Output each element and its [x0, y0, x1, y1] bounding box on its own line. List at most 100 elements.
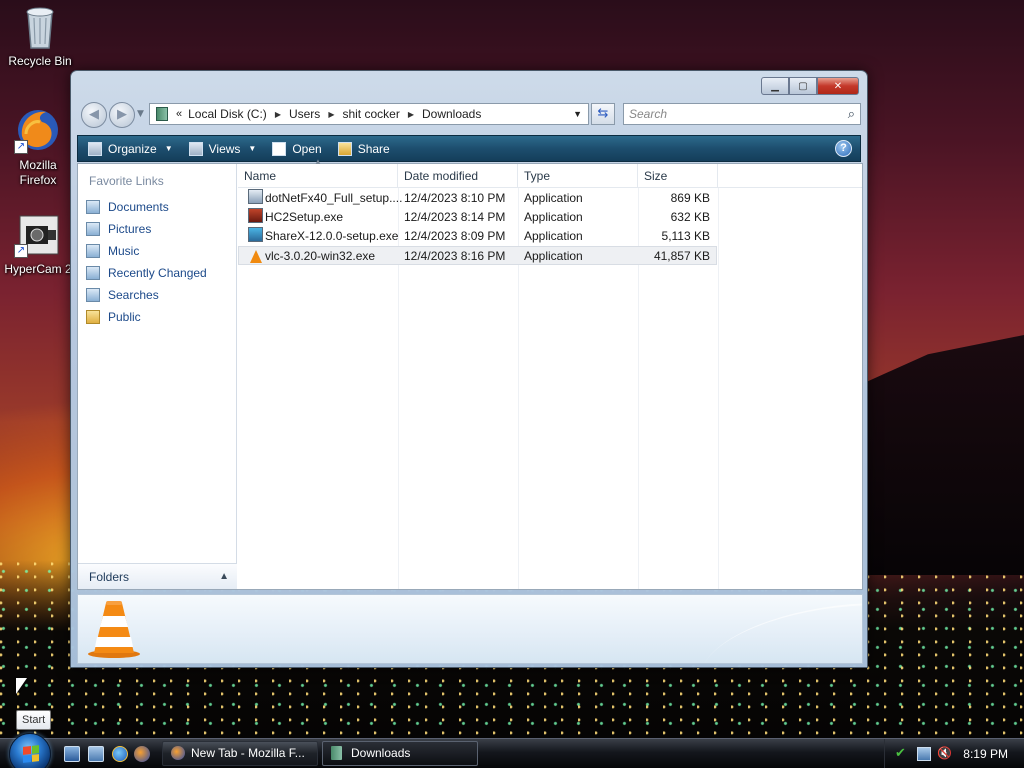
address-dropdown-icon[interactable]: ▼	[573, 109, 582, 119]
breadcrumb-users[interactable]: Users	[289, 107, 320, 121]
explorer-window: ▁ ▢ ✕ ◀ ▶ ▼ « Local Disk (C:) ▶ Users ▶ …	[70, 70, 868, 668]
breadcrumb-user-folder[interactable]: shit cocker	[342, 107, 399, 121]
hypercam-setup-icon	[248, 208, 263, 223]
column-header-date-modified[interactable]: Date modified	[398, 164, 518, 188]
favorite-link-searches[interactable]: Searches	[84, 284, 207, 306]
column-header-type[interactable]: Type	[518, 164, 638, 188]
vlc-cone-icon	[250, 250, 262, 263]
address-overflow-chevron[interactable]: «	[176, 108, 182, 120]
chevron-down-icon: ▼	[248, 144, 257, 153]
mouse-cursor-icon	[16, 678, 27, 694]
volume-muted-icon[interactable]: 🔇	[937, 746, 952, 760]
recent-pages-dropdown[interactable]: ▼	[137, 109, 144, 119]
vlc-cone-icon	[88, 601, 140, 658]
file-type: Application	[524, 210, 583, 224]
file-row[interactable]: HC2Setup.exe 12/4/2023 8:14 PM Applicati…	[238, 208, 717, 227]
column-header-size[interactable]: Size	[638, 164, 718, 188]
favorite-links-heading: Favorite Links	[89, 174, 164, 188]
taskbar-button-label: Downloads	[351, 746, 411, 760]
details-pane	[77, 594, 863, 664]
maximize-button[interactable]: ▢	[789, 77, 817, 95]
views-button[interactable]: Views ▼	[188, 141, 257, 156]
share-icon	[337, 141, 352, 156]
share-label: Share	[357, 141, 390, 156]
file-row-selected[interactable]: vlc-3.0.20-win32.exe 12/4/2023 8:16 PM A…	[238, 246, 717, 265]
hypercam-label: HyperCam 2	[4, 262, 72, 276]
folder-location-icon	[156, 107, 168, 121]
favorite-link-public[interactable]: Public	[84, 306, 207, 328]
search-placeholder: Search	[629, 107, 668, 121]
internet-explorer-icon[interactable]	[112, 746, 128, 762]
clock[interactable]: 8:19 PM	[963, 739, 1008, 768]
explorer-content: Favorite Links Documents Pictures Music …	[77, 157, 863, 590]
favorite-link-pictures[interactable]: Pictures	[84, 218, 207, 240]
file-type: Application	[524, 249, 583, 263]
search-icon[interactable]: ⌕	[848, 104, 855, 124]
network-icon[interactable]	[917, 747, 931, 761]
file-size: 869 KB	[670, 191, 710, 205]
switch-windows-icon[interactable]	[88, 746, 104, 762]
breadcrumb-local-disk[interactable]: Local Disk (C:)	[188, 107, 267, 121]
navigation-bar: ◀ ▶ ▼ « Local Disk (C:) ▶ Users ▶ shit c…	[79, 101, 861, 128]
file-type: Application	[524, 229, 583, 243]
file-date: 12/4/2023 8:09 PM	[404, 229, 506, 243]
refresh-button[interactable]: ⇆	[591, 103, 615, 125]
minimize-button[interactable]: ▁	[761, 77, 789, 95]
breadcrumb-separator-icon[interactable]: ▶	[408, 110, 414, 119]
start-button[interactable]	[9, 733, 51, 768]
recycle-bin-icon	[16, 2, 64, 50]
file-row[interactable]: dotNetFx40_Full_setup.... 12/4/2023 8:10…	[238, 189, 717, 208]
searches-icon	[86, 288, 100, 302]
folders-toggle[interactable]: Folders ▲	[78, 563, 237, 589]
favorite-link-recently-changed[interactable]: Recently Changed	[84, 262, 207, 284]
music-icon	[86, 244, 100, 258]
taskbar-button-firefox[interactable]: New Tab - Mozilla F...	[162, 741, 318, 766]
show-desktop-icon[interactable]	[64, 746, 80, 762]
open-label: Open	[292, 141, 322, 156]
favorite-link-music[interactable]: Music	[84, 240, 207, 262]
desktop-icon-hypercam[interactable]: ↗ HyperCam 2	[0, 210, 78, 277]
back-button[interactable]: ◀	[81, 102, 107, 128]
share-button[interactable]: Share	[337, 141, 390, 156]
favorite-link-label: Documents	[108, 200, 169, 214]
address-bar[interactable]: « Local Disk (C:) ▶ Users ▶ shit cocker …	[149, 103, 589, 125]
file-row[interactable]: ShareX-12.0.0-setup.exe 12/4/2023 8:09 P…	[238, 227, 717, 246]
search-input[interactable]: Search ⌕	[623, 103, 861, 125]
security-check-icon[interactable]: ✔	[895, 745, 909, 760]
firefox-label-line1: Mozilla	[19, 158, 57, 172]
sharex-setup-icon	[248, 227, 263, 242]
file-type: Application	[524, 191, 583, 205]
help-button[interactable]: ?	[835, 140, 852, 157]
file-size: 5,113 KB	[661, 229, 710, 243]
file-name: dotNetFx40_Full_setup....	[265, 191, 403, 205]
documents-icon	[86, 200, 100, 214]
column-header-name[interactable]: Name	[238, 164, 398, 188]
views-label: Views	[208, 141, 241, 156]
open-button[interactable]: Open	[272, 141, 322, 156]
firefox-icon[interactable]	[134, 746, 150, 762]
file-name: HC2Setup.exe	[265, 210, 344, 224]
windows-logo-icon	[23, 745, 39, 763]
command-toolbar: Organize ▼ Views ▼ Open Share ?	[77, 135, 861, 162]
file-date: 12/4/2023 8:10 PM	[404, 191, 506, 205]
window-controls: ▁ ▢ ✕	[761, 77, 859, 95]
breadcrumb-downloads[interactable]: Downloads	[422, 107, 481, 121]
views-icon	[188, 141, 203, 156]
desktop-wallpaper-mountain	[864, 335, 1024, 575]
sort-ascending-icon: ▲	[314, 157, 322, 166]
shortcut-arrow-icon: ↗	[14, 244, 28, 258]
folder-icon	[331, 746, 342, 760]
file-date: 12/4/2023 8:14 PM	[404, 210, 506, 224]
firefox-icon	[171, 746, 185, 760]
breadcrumb-separator-icon[interactable]: ▶	[275, 110, 281, 119]
favorite-link-label: Music	[108, 244, 140, 258]
organize-button[interactable]: Organize ▼	[88, 141, 173, 156]
forward-button[interactable]: ▶	[109, 102, 135, 128]
taskbar: New Tab - Mozilla F... Downloads ✔ 🔇 8:1…	[0, 733, 1024, 768]
favorite-link-documents[interactable]: Documents	[84, 196, 207, 218]
taskbar-button-downloads[interactable]: Downloads	[322, 741, 478, 766]
desktop-icon-recycle-bin[interactable]: Recycle Bin	[0, 2, 80, 69]
desktop-icon-firefox[interactable]: ↗ Mozilla Firefox	[0, 106, 78, 188]
breadcrumb-separator-icon[interactable]: ▶	[328, 110, 334, 119]
close-button[interactable]: ✕	[817, 77, 859, 95]
